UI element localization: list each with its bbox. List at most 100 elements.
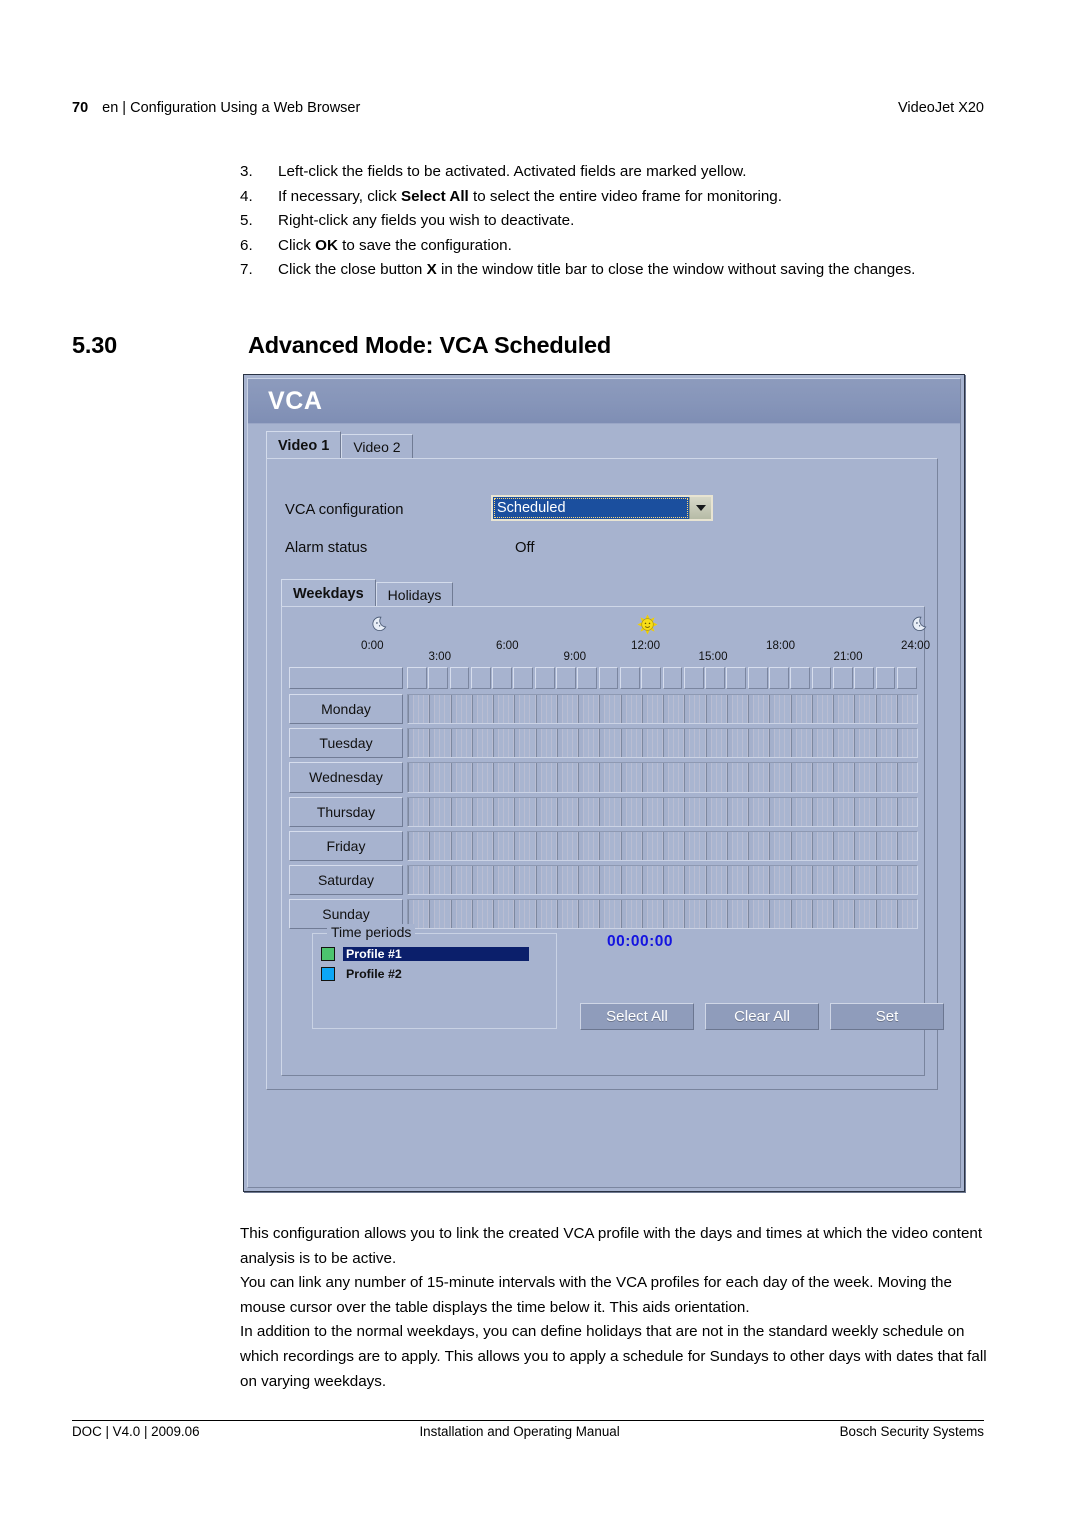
time-axis: 0:00 3:00 6:00 9:00 12:00 15:00 18:00 21:00 24:0… bbox=[361, 613, 930, 669]
step-fragment: in the window title bar to close the win… bbox=[436, 261, 916, 279]
hour-header-cell[interactable] bbox=[619, 667, 640, 689]
hour-header-cell[interactable] bbox=[534, 667, 555, 689]
schedule-row: Friday bbox=[286, 829, 918, 863]
hour-header-cell[interactable] bbox=[556, 667, 576, 689]
sun-icon bbox=[637, 614, 658, 635]
vca-configuration-select[interactable]: Scheduled bbox=[491, 495, 713, 521]
hour-header-cell[interactable] bbox=[832, 667, 853, 689]
day-button-thursday[interactable]: Thursday bbox=[289, 796, 403, 827]
schedule-row: Saturday bbox=[286, 863, 918, 897]
step-item: 7. Click the close button X in the window… bbox=[240, 258, 985, 283]
hour-header-cell[interactable] bbox=[428, 667, 449, 689]
moon-icon bbox=[908, 615, 927, 634]
hour-header-cell[interactable] bbox=[449, 667, 470, 689]
step-number: 3. bbox=[240, 163, 253, 180]
profile-color-swatch bbox=[321, 947, 335, 961]
body-paragraph: In addition to the normal weekdays, you … bbox=[240, 1323, 987, 1390]
set-button[interactable]: Set bbox=[830, 1003, 944, 1030]
hour-header-cell[interactable] bbox=[790, 667, 811, 689]
step-number: 5. bbox=[240, 212, 253, 230]
vca-main-panel: VCA configuration Scheduled Alarm status… bbox=[266, 458, 944, 1090]
day-cell-track[interactable] bbox=[407, 728, 918, 759]
section-heading: 5.30 Advanced Mode: VCA Scheduled bbox=[72, 332, 984, 359]
schedule-cell[interactable] bbox=[912, 900, 917, 929]
step-item: 4. If necessary, click Select All to sele… bbox=[240, 185, 985, 210]
step-fragment: Click the close button bbox=[278, 261, 427, 279]
schedule-cell[interactable] bbox=[912, 865, 917, 895]
schedule-cell[interactable] bbox=[912, 763, 917, 792]
footer-manual-title: Installation and Operating Manual bbox=[419, 1424, 620, 1439]
hour-header-cell[interactable] bbox=[854, 667, 875, 689]
schedule-grid[interactable]: Monday Tuesday Wednesday Thursday Friday Satu… bbox=[286, 665, 918, 930]
tab-video-1[interactable]: Video 1 bbox=[266, 431, 342, 459]
step-number: 7. bbox=[240, 261, 253, 279]
hour-header-cell[interactable] bbox=[811, 667, 832, 689]
schedule-row: Tuesday bbox=[286, 726, 918, 760]
vca-configuration-label: VCA configuration bbox=[285, 502, 404, 518]
tab-holidays[interactable]: Holidays bbox=[375, 582, 454, 607]
hour-header-cell[interactable] bbox=[577, 667, 598, 689]
body-paragraph: This configuration allows you to link th… bbox=[240, 1225, 983, 1267]
step-fragment: Right-click any fields you wish to deact… bbox=[278, 212, 575, 230]
time-tick-label: 12:00 bbox=[631, 639, 661, 652]
clear-all-button[interactable]: Clear All bbox=[705, 1003, 819, 1030]
hour-header-cell[interactable] bbox=[747, 667, 768, 689]
hour-header-cell[interactable] bbox=[492, 667, 512, 689]
schedule-cell[interactable] bbox=[912, 797, 917, 826]
tab-weekdays[interactable]: Weekdays bbox=[281, 579, 376, 607]
hour-header-row bbox=[286, 665, 918, 691]
schedule-panel: 0:00 3:00 6:00 9:00 12:00 15:00 18:00 21:00 24:0… bbox=[281, 606, 944, 1076]
day-button-tuesday[interactable]: Tuesday bbox=[289, 728, 403, 759]
day-button-monday[interactable]: Monday bbox=[289, 694, 403, 725]
day-cell-track[interactable] bbox=[407, 830, 918, 861]
step-number: 4. bbox=[240, 187, 253, 205]
footer-doc-version: DOC | V4.0 | 2009.06 bbox=[72, 1424, 200, 1439]
profile-legend-item[interactable]: Profile #2 bbox=[321, 966, 405, 982]
hour-header-cell[interactable] bbox=[641, 667, 662, 689]
hour-header-cell[interactable] bbox=[769, 667, 789, 689]
schedule-cell[interactable] bbox=[912, 831, 917, 860]
schedule-tab-strip: Weekdays Holidays bbox=[281, 579, 454, 607]
hour-header-cell[interactable] bbox=[726, 667, 747, 689]
time-tick-label: 6:00 bbox=[496, 639, 519, 652]
day-cell-track[interactable] bbox=[407, 796, 918, 827]
step-fragment: to save the configuration. bbox=[337, 236, 512, 254]
step-text: Left-click the fields to be activated. A… bbox=[278, 160, 985, 185]
step-item: 5. Right-click any fields you wish to dea… bbox=[240, 209, 985, 234]
footer-divider bbox=[72, 1420, 984, 1421]
hour-header-cell[interactable] bbox=[896, 667, 917, 689]
hour-header-cell[interactable] bbox=[513, 667, 534, 689]
day-button-saturday[interactable]: Saturday bbox=[289, 864, 403, 896]
page-number: 70 bbox=[72, 100, 89, 116]
hour-header-cell[interactable] bbox=[705, 667, 725, 689]
hour-header-cell[interactable] bbox=[875, 667, 896, 689]
step-text: Click the close button X in the window t… bbox=[278, 258, 985, 283]
day-button-wednesday[interactable]: Wednesday bbox=[289, 762, 403, 793]
step-emphasis: X bbox=[426, 261, 437, 279]
time-tick-label: 18:00 bbox=[766, 639, 796, 652]
hour-header-cell[interactable] bbox=[683, 667, 704, 689]
day-cell-track[interactable] bbox=[407, 762, 918, 793]
time-tick-label: 0:00 bbox=[361, 639, 384, 652]
time-periods-label: Time periods bbox=[327, 924, 416, 940]
vca-window-title: VCA bbox=[268, 387, 323, 415]
hour-header-cell[interactable] bbox=[407, 667, 427, 689]
day-cell-track[interactable] bbox=[407, 864, 918, 896]
vca-dialog-inner: VCA Video 1 Video 2 VCA configuration Sch… bbox=[247, 378, 961, 1188]
day-button-friday[interactable]: Friday bbox=[289, 830, 403, 861]
step-fragment: Click bbox=[278, 236, 316, 254]
schedule-cell[interactable] bbox=[912, 695, 917, 724]
day-cell-track[interactable] bbox=[407, 694, 918, 725]
step-text: Right-click any fields you wish to deact… bbox=[278, 209, 985, 234]
hour-header-cell[interactable] bbox=[662, 667, 683, 689]
tab-video-2[interactable]: Video 2 bbox=[341, 434, 413, 459]
select-all-button[interactable]: Select All bbox=[580, 1003, 694, 1030]
chevron-down-icon[interactable] bbox=[689, 497, 711, 519]
vca-title-bar: VCA bbox=[248, 379, 960, 424]
profile-legend-item[interactable]: Profile #1 bbox=[321, 946, 529, 962]
schedule-cell[interactable] bbox=[912, 729, 917, 758]
video-tab-strip: Video 1 Video 2 bbox=[266, 431, 413, 459]
day-cell-track[interactable] bbox=[407, 899, 918, 930]
hour-header-cell[interactable] bbox=[470, 667, 491, 689]
hour-header-cell[interactable] bbox=[598, 667, 619, 689]
